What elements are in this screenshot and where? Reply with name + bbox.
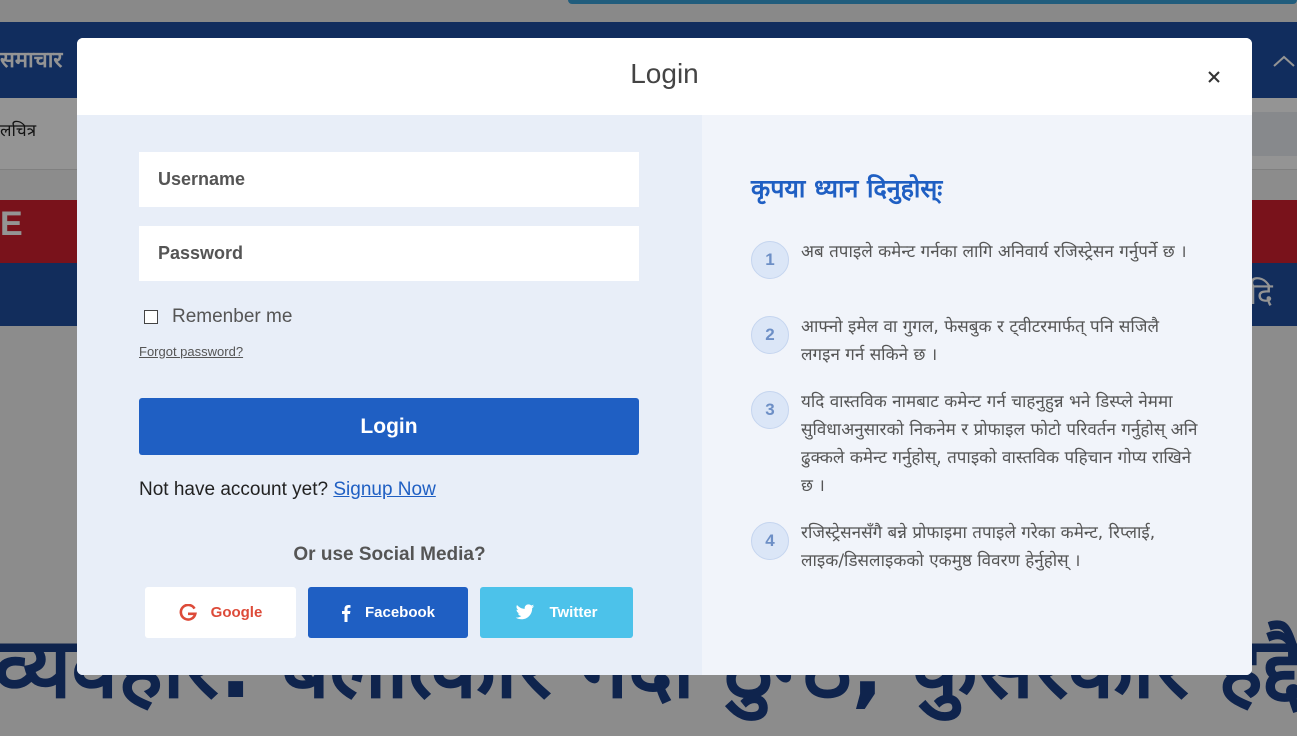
twitter-login-label: Twitter bbox=[549, 604, 598, 621]
remember-me-checkbox[interactable] bbox=[144, 310, 158, 324]
notice-text: यदि वास्तविक नामबाट कमेन्ट गर्न चाहनुहुन… bbox=[801, 392, 1198, 496]
notice-text: रजिस्ट्रेसनसँगै बन्ने प्रोफाइमा तपाइले ग… bbox=[801, 523, 1156, 571]
close-icon[interactable] bbox=[1203, 66, 1225, 88]
notice-pane: कृपया ध्यान दिनुहोस्ः 1 अब तपाइले कमेन्ट… bbox=[702, 115, 1252, 675]
notice-item: 1 अब तपाइले कमेन्ट गर्नका लागि अनिवार्य … bbox=[751, 238, 1211, 279]
password-input[interactable] bbox=[139, 226, 639, 281]
notice-item: 3 यदि वास्तविक नामबाट कमेन्ट गर्न चाहनुह… bbox=[751, 388, 1211, 500]
forgot-password-link[interactable]: Forgot password? bbox=[139, 344, 243, 359]
twitter-login-button[interactable]: Twitter bbox=[480, 587, 633, 638]
notice-item: 2 आफ्नो इमेल वा गुगल, फेसबुक र ट्वीटरमार… bbox=[751, 313, 1211, 369]
signup-link[interactable]: Signup Now bbox=[333, 479, 435, 500]
google-login-label: Google bbox=[210, 604, 263, 621]
login-modal: Login Remenber me Forgot password? Login… bbox=[77, 38, 1252, 675]
notice-text: आफ्नो इमेल वा गुगल, फेसबुक र ट्वीटरमार्फ… bbox=[801, 317, 1159, 365]
notice-item: 4 रजिस्ट्रेसनसँगै बन्ने प्रोफाइमा तपाइले… bbox=[751, 519, 1211, 575]
twitter-icon bbox=[515, 604, 535, 621]
notice-text: अब तपाइले कमेन्ट गर्नका लागि अनिवार्य रज… bbox=[801, 242, 1187, 262]
username-input[interactable] bbox=[139, 152, 639, 207]
modal-title: Login bbox=[630, 58, 699, 89]
remember-me-row[interactable]: Remenber me bbox=[144, 306, 292, 328]
login-form-pane: Remenber me Forgot password? Login Not h… bbox=[77, 115, 702, 675]
google-icon bbox=[179, 603, 197, 622]
facebook-login-button[interactable]: Facebook bbox=[308, 587, 468, 638]
remember-me-label: Remenber me bbox=[172, 306, 293, 327]
notice-number-badge: 1 bbox=[751, 241, 789, 279]
modal-header: Login bbox=[77, 38, 1252, 115]
signup-prompt: Not have account yet? bbox=[139, 479, 329, 500]
login-button[interactable]: Login bbox=[139, 398, 639, 455]
notice-title: कृपया ध्यान दिनुहोस्ः bbox=[751, 174, 943, 203]
facebook-icon bbox=[341, 604, 351, 622]
notice-number-badge: 4 bbox=[751, 522, 789, 560]
google-login-button[interactable]: Google bbox=[145, 587, 296, 638]
signup-row: Not have account yet? Signup Now bbox=[139, 479, 436, 501]
facebook-login-label: Facebook bbox=[364, 604, 436, 621]
notice-number-badge: 2 bbox=[751, 316, 789, 354]
notice-number-badge: 3 bbox=[751, 391, 789, 429]
social-login-title: Or use Social Media? bbox=[293, 544, 486, 565]
